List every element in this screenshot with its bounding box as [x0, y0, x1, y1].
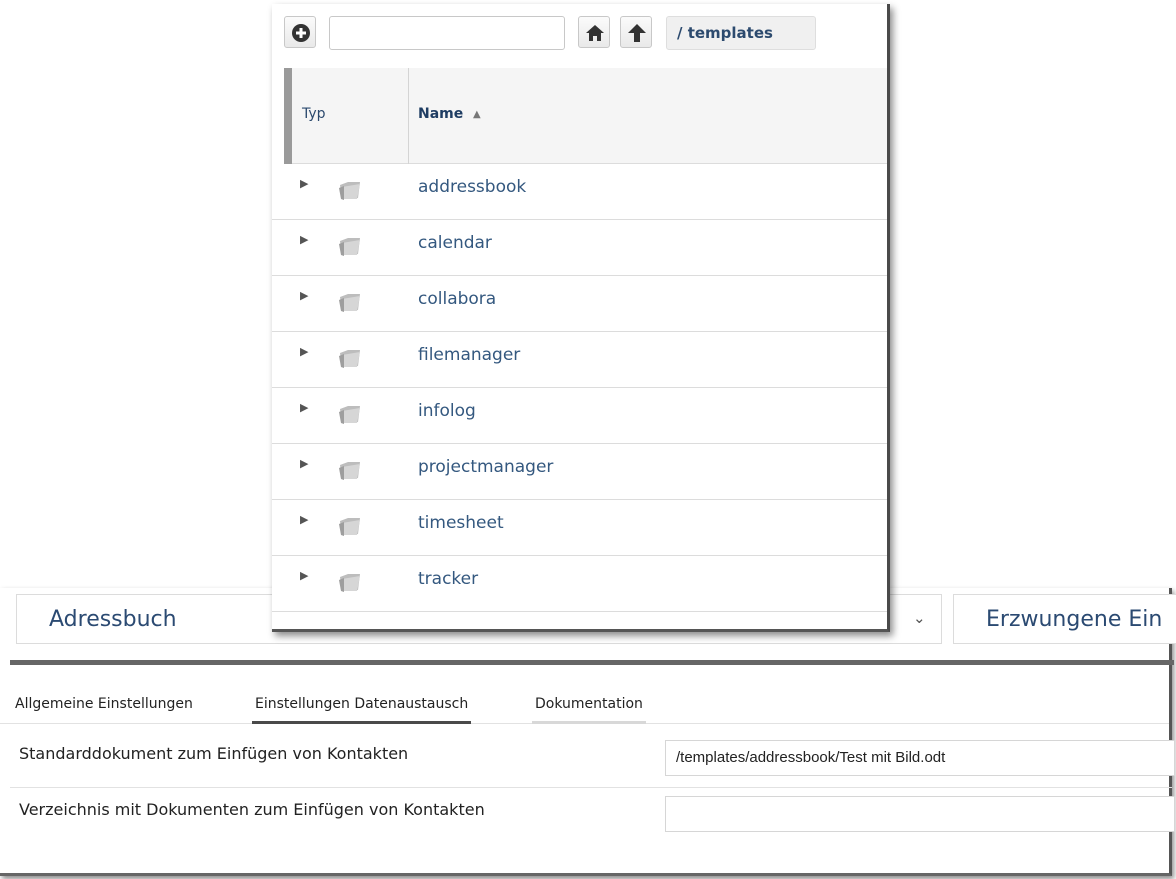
- expand-arrow-icon[interactable]: ▶: [300, 233, 308, 246]
- column-header-type-label: Typ: [302, 106, 326, 122]
- tab-general-settings[interactable]: Allgemeine Einstellungen: [12, 696, 196, 724]
- plus-circle-icon: [292, 24, 310, 42]
- sort-ascending-icon: ▲: [473, 109, 481, 120]
- list-item[interactable]: ▶ filemanager: [272, 332, 887, 388]
- folder-icon: [339, 238, 360, 256]
- default-document-input[interactable]: /templates/addressbook/Test mit Bild.odt: [665, 740, 1175, 776]
- add-button[interactable]: [284, 16, 316, 48]
- expand-arrow-icon[interactable]: ▶: [300, 457, 308, 470]
- tab-bar: Allgemeine Einstellungen Einstellungen D…: [0, 688, 1169, 724]
- folder-icon: [339, 518, 360, 536]
- home-button[interactable]: [578, 16, 610, 48]
- list-item[interactable]: ▶ timesheet: [272, 500, 887, 556]
- tab-data-exchange-settings[interactable]: Einstellungen Datenaustausch: [252, 696, 472, 724]
- folder-icon: [339, 462, 360, 480]
- file-list: ▶ addressbook ▶ calendar ▶ collabora ▶ f…: [272, 164, 887, 612]
- expand-arrow-icon[interactable]: ▶: [300, 345, 308, 358]
- application-select-value: Adressbuch: [49, 607, 177, 632]
- column-header-type[interactable]: Typ: [292, 68, 409, 164]
- column-header-name-label: Name: [418, 106, 464, 122]
- folder-icon: [339, 182, 360, 200]
- expand-arrow-icon[interactable]: ▶: [300, 289, 308, 302]
- list-item[interactable]: ▶ tracker: [272, 556, 887, 612]
- arrow-up-icon: [628, 24, 646, 42]
- preference-mode-select[interactable]: Erzwungene Ein: [953, 594, 1176, 644]
- folder-name: infolog: [418, 401, 476, 421]
- folder-name: projectmanager: [418, 457, 554, 477]
- document-directory-input[interactable]: [665, 796, 1175, 832]
- list-item[interactable]: ▶ infolog: [272, 388, 887, 444]
- file-list-header: Typ Name ▲: [284, 68, 887, 164]
- header-accent-bar: [284, 68, 292, 164]
- folder-icon: [339, 294, 360, 312]
- pref-row-default-document: Standarddokument zum Einfügen von Kontak…: [10, 730, 1175, 784]
- folder-icon: [339, 350, 360, 368]
- pref-label-default-document: Standarddokument zum Einfügen von Kontak…: [19, 744, 409, 763]
- list-item[interactable]: ▶ calendar: [272, 220, 887, 276]
- file-browser-toolbar: / templates: [272, 4, 887, 66]
- list-item[interactable]: ▶ collabora: [272, 276, 887, 332]
- chevron-down-icon[interactable]: ⌄: [913, 609, 927, 629]
- home-icon: [586, 25, 604, 41]
- folder-name: timesheet: [418, 513, 504, 533]
- pref-label-document-directory: Verzeichnis mit Dokumenten zum Einfügen …: [19, 800, 485, 819]
- expand-arrow-icon[interactable]: ▶: [300, 177, 308, 190]
- list-item[interactable]: ▶ projectmanager: [272, 444, 887, 500]
- folder-icon: [339, 574, 360, 592]
- folder-name: addressbook: [418, 177, 527, 197]
- pref-row-document-directory: Verzeichnis mit Dokumenten zum Einfügen …: [10, 786, 1175, 840]
- file-browser-popup: / templates Typ Name ▲ ▶ addressbook ▶ c…: [272, 4, 890, 632]
- list-item[interactable]: ▶ addressbook: [272, 164, 887, 220]
- folder-name: collabora: [418, 289, 497, 309]
- search-input[interactable]: [329, 16, 565, 50]
- tab-documentation[interactable]: Dokumentation: [532, 696, 646, 724]
- expand-arrow-icon[interactable]: ▶: [300, 513, 308, 526]
- expand-arrow-icon[interactable]: ▶: [300, 569, 308, 582]
- up-directory-button[interactable]: [620, 16, 652, 48]
- folder-icon: [339, 406, 360, 424]
- preference-mode-value: Erzwungene Ein: [986, 607, 1163, 632]
- folder-name: calendar: [418, 233, 492, 253]
- expand-arrow-icon[interactable]: ▶: [300, 401, 308, 414]
- folder-name: tracker: [418, 569, 479, 589]
- folder-name: filemanager: [418, 345, 521, 365]
- current-path[interactable]: / templates: [666, 16, 816, 50]
- divider: [10, 660, 1174, 665]
